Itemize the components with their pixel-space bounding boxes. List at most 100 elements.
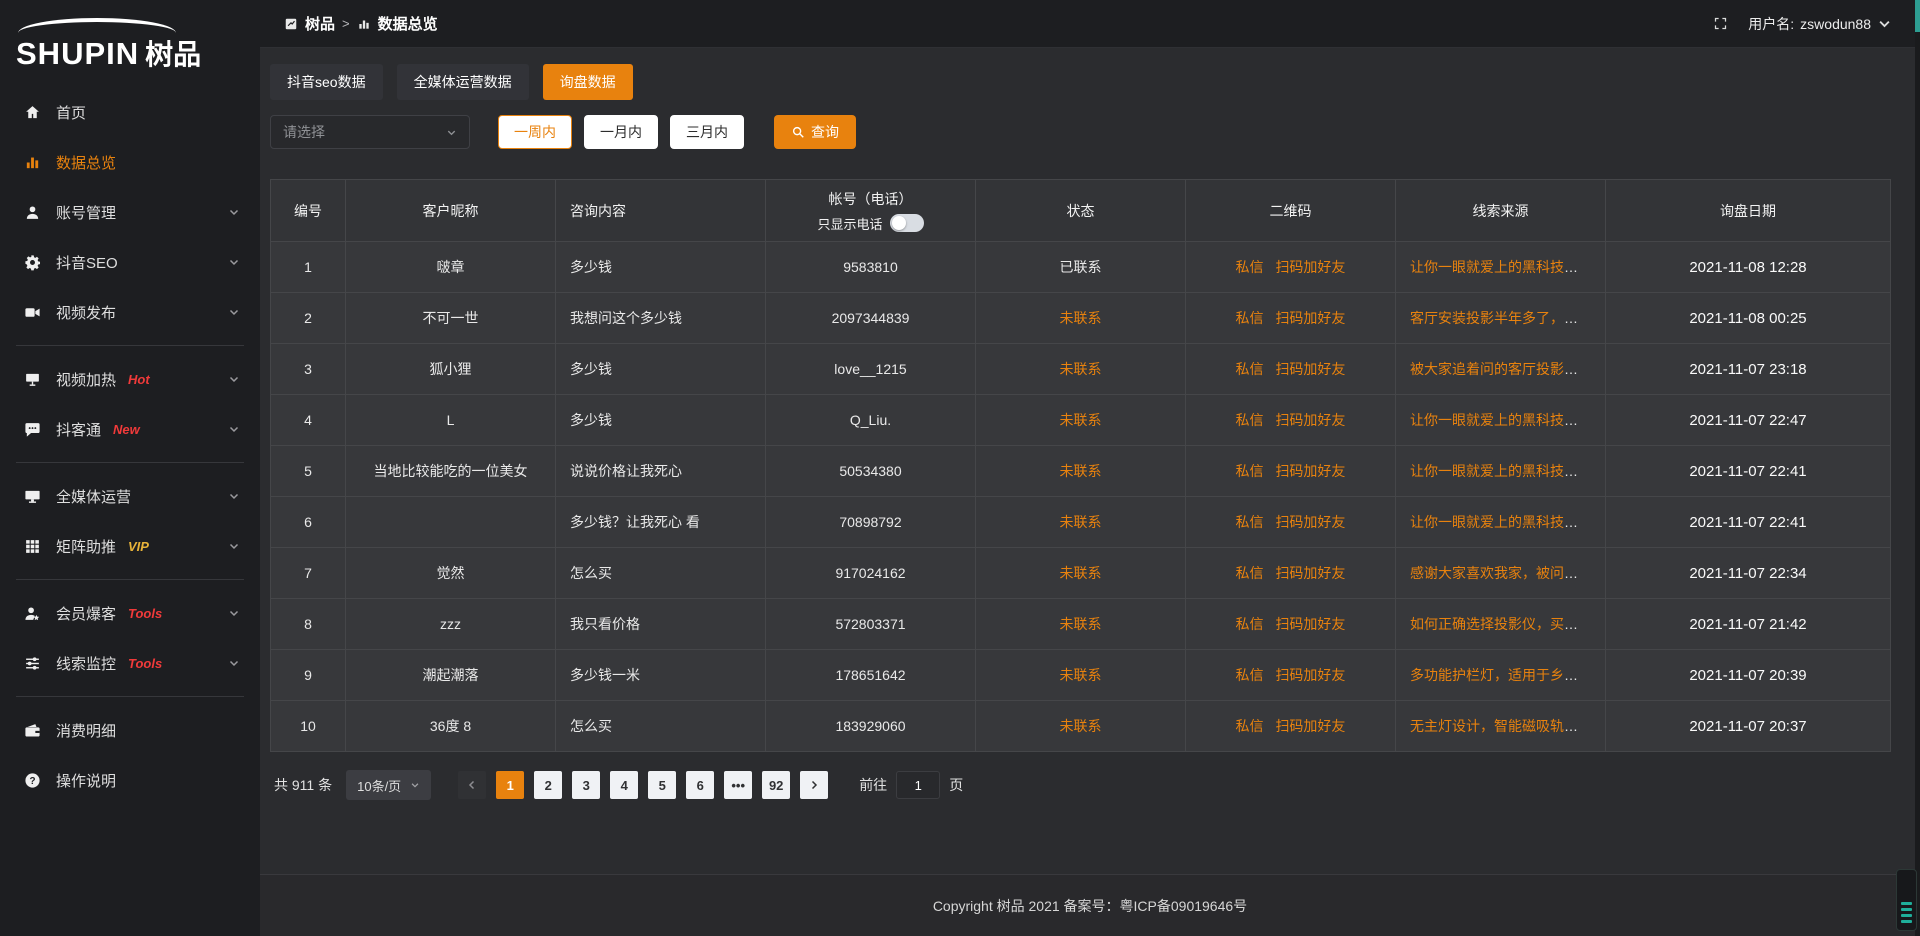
sidebar-item-account-management[interactable]: 账号管理	[0, 187, 260, 237]
cell-status: 未联系	[976, 548, 1186, 599]
source-link[interactable]: 客厅安装投影半年多了，真实...	[1410, 310, 1604, 326]
qr-link[interactable]: 私信	[1236, 514, 1264, 530]
page-scrollbar[interactable]	[1915, 0, 1920, 936]
toggle-knob	[892, 216, 906, 230]
total-count: 共 911 条	[274, 775, 332, 795]
sidebar-item-douyin-seo[interactable]: 抖音SEO	[0, 237, 260, 287]
cell-source: 被大家追着问的客厅投影分享...	[1396, 344, 1606, 395]
source-link[interactable]: 让你一眼就爱上的黑科技，能...	[1410, 463, 1604, 479]
qr-link[interactable]: 扫码加好友	[1275, 361, 1345, 377]
user-menu[interactable]: 用户名: zswodun88	[1748, 14, 1892, 34]
page-button-2[interactable]: 2	[534, 771, 562, 799]
sidebar-item-label: 抖客通	[56, 419, 101, 440]
qr-link[interactable]: 私信	[1236, 718, 1264, 734]
page-button-3[interactable]: 3	[572, 771, 600, 799]
table-row: 4 L 多少钱 Q_Liu. 未联系 私信 扫码加好友 让你一眼就爱上的黑科技，…	[271, 395, 1891, 446]
sidebar-item-home[interactable]: 首页	[0, 87, 260, 137]
cell-nickname: zzz	[346, 599, 556, 650]
page-button-4[interactable]: 4	[610, 771, 638, 799]
sidebar-item-matrix-boost[interactable]: 矩阵助推VIP	[0, 521, 260, 571]
page-size-select[interactable]: 10条/页	[346, 770, 431, 800]
query-button[interactable]: 查询	[774, 115, 856, 149]
tab-inquiry-data[interactable]: 询盘数据	[543, 64, 633, 100]
sidebar-badge: Tools	[128, 606, 162, 621]
qr-link[interactable]: 扫码加好友	[1275, 667, 1345, 683]
qr-link[interactable]: 私信	[1236, 259, 1264, 275]
breadcrumb-root[interactable]: 树品	[305, 13, 335, 34]
tab-media-operation-data[interactable]: 全媒体运营数据	[397, 64, 529, 100]
wallet-icon	[24, 722, 41, 739]
qr-link[interactable]: 私信	[1236, 463, 1264, 479]
sidebar-divider	[16, 345, 244, 346]
table-row: 9 潮起潮落 多少钱一米 178651642 未联系 私信 扫码加好友 多功能护…	[271, 650, 1891, 701]
cell-date: 2021-11-07 20:37	[1606, 701, 1891, 752]
source-link[interactable]: 让你一眼就爱上的黑科技，能...	[1410, 514, 1604, 530]
next-page-button[interactable]	[800, 771, 828, 799]
source-link[interactable]: 感谢大家喜欢我家，被问了好...	[1410, 565, 1604, 581]
cell-qrcode: 私信 扫码加好友	[1186, 395, 1396, 446]
cell-content: 多少钱？让我死心 看	[556, 497, 766, 548]
scrollbar-thumb[interactable]	[1915, 0, 1920, 32]
source-link[interactable]: 被大家追着问的客厅投影分享...	[1410, 361, 1604, 377]
qr-link[interactable]: 扫码加好友	[1275, 616, 1345, 632]
cell-no: 7	[271, 548, 346, 599]
page-button-ellipsis[interactable]: •••	[724, 771, 752, 799]
qr-link[interactable]: 扫码加好友	[1275, 718, 1345, 734]
content: 抖音seo数据全媒体运营数据询盘数据 请选择 一周内一月内三月内 查询 编号客户…	[260, 48, 1920, 874]
sidebar-item-video-publish[interactable]: 视频发布	[0, 287, 260, 337]
sidebar-item-data-overview[interactable]: 数据总览	[0, 137, 260, 187]
sidebar-item-clue-monitor[interactable]: 线索监控Tools	[0, 638, 260, 688]
prev-page-button[interactable]	[458, 771, 486, 799]
range-button-three-month[interactable]: 三月内	[670, 115, 744, 149]
cell-nickname: 觉然	[346, 548, 556, 599]
cell-no: 5	[271, 446, 346, 497]
qr-link[interactable]: 私信	[1236, 361, 1264, 377]
source-link[interactable]: 如何正确选择投影仪，买投影...	[1410, 616, 1604, 632]
floating-widget[interactable]	[1896, 869, 1917, 931]
bar-chart-icon	[24, 154, 41, 171]
qr-link[interactable]: 私信	[1236, 412, 1264, 428]
qr-link[interactable]: 扫码加好友	[1275, 565, 1345, 581]
filter-select[interactable]: 请选择	[270, 115, 470, 149]
cell-date: 2021-11-07 22:41	[1606, 446, 1891, 497]
sidebar-item-label: 视频加热	[56, 369, 116, 390]
fullscreen-icon[interactable]	[1713, 16, 1728, 31]
qr-link[interactable]: 私信	[1236, 667, 1264, 683]
sidebar-item-operation-guide[interactable]: ?操作说明	[0, 755, 260, 805]
qr-link[interactable]: 扫码加好友	[1275, 259, 1345, 275]
range-button-one-week[interactable]: 一周内	[498, 115, 572, 149]
svg-text:?: ?	[29, 776, 35, 787]
qr-link[interactable]: 私信	[1236, 616, 1264, 632]
sidebar-item-member-baoke[interactable]: 会员爆客Tools	[0, 588, 260, 638]
qr-link[interactable]: 扫码加好友	[1275, 412, 1345, 428]
sidebar-item-video-heat[interactable]: 视频加热Hot	[0, 354, 260, 404]
source-link[interactable]: 多功能护栏灯，适用于乡村文...	[1410, 667, 1604, 683]
sidebar-item-douketong[interactable]: 抖客通New	[0, 404, 260, 454]
range-button-one-month[interactable]: 一月内	[584, 115, 658, 149]
qr-link[interactable]: 扫码加好友	[1275, 310, 1345, 326]
cell-source: 如何正确选择投影仪，买投影...	[1396, 599, 1606, 650]
table-row: 7 觉然 怎么买 917024162 未联系 私信 扫码加好友 感谢大家喜欢我家…	[271, 548, 1891, 599]
sidebar-item-consumption-detail[interactable]: 消费明细	[0, 705, 260, 755]
qr-link[interactable]: 扫码加好友	[1275, 514, 1345, 530]
monitor-icon	[24, 488, 41, 505]
source-link[interactable]: 让你一眼就爱上的黑科技，能...	[1410, 259, 1604, 275]
app-layout: SHUPIN 树品 首页数据总览账号管理抖音SEO视频发布视频加热Hot抖客通N…	[0, 0, 1920, 936]
cell-qrcode: 私信 扫码加好友	[1186, 293, 1396, 344]
source-link[interactable]: 无主灯设计，智能磁吸轨道灯...	[1410, 718, 1604, 734]
source-link[interactable]: 让你一眼就爱上的黑科技，能...	[1410, 412, 1604, 428]
qr-link[interactable]: 私信	[1236, 565, 1264, 581]
page-button-1[interactable]: 1	[496, 771, 524, 799]
page-button-6[interactable]: 6	[686, 771, 714, 799]
breadcrumb: 树品 > 数据总览	[284, 13, 438, 34]
phone-only-toggle[interactable]	[890, 214, 924, 232]
gear-icon	[24, 254, 41, 271]
qr-link[interactable]: 私信	[1236, 310, 1264, 326]
page-button-5[interactable]: 5	[648, 771, 676, 799]
tab-douyin-seo-data[interactable]: 抖音seo数据	[270, 64, 383, 100]
page-button-92[interactable]: 92	[762, 771, 790, 799]
sidebar-item-media-operation[interactable]: 全媒体运营	[0, 471, 260, 521]
qr-link[interactable]: 扫码加好友	[1275, 463, 1345, 479]
topbar-right: 用户名: zswodun88	[1713, 14, 1892, 34]
goto-page-input[interactable]	[896, 771, 940, 799]
